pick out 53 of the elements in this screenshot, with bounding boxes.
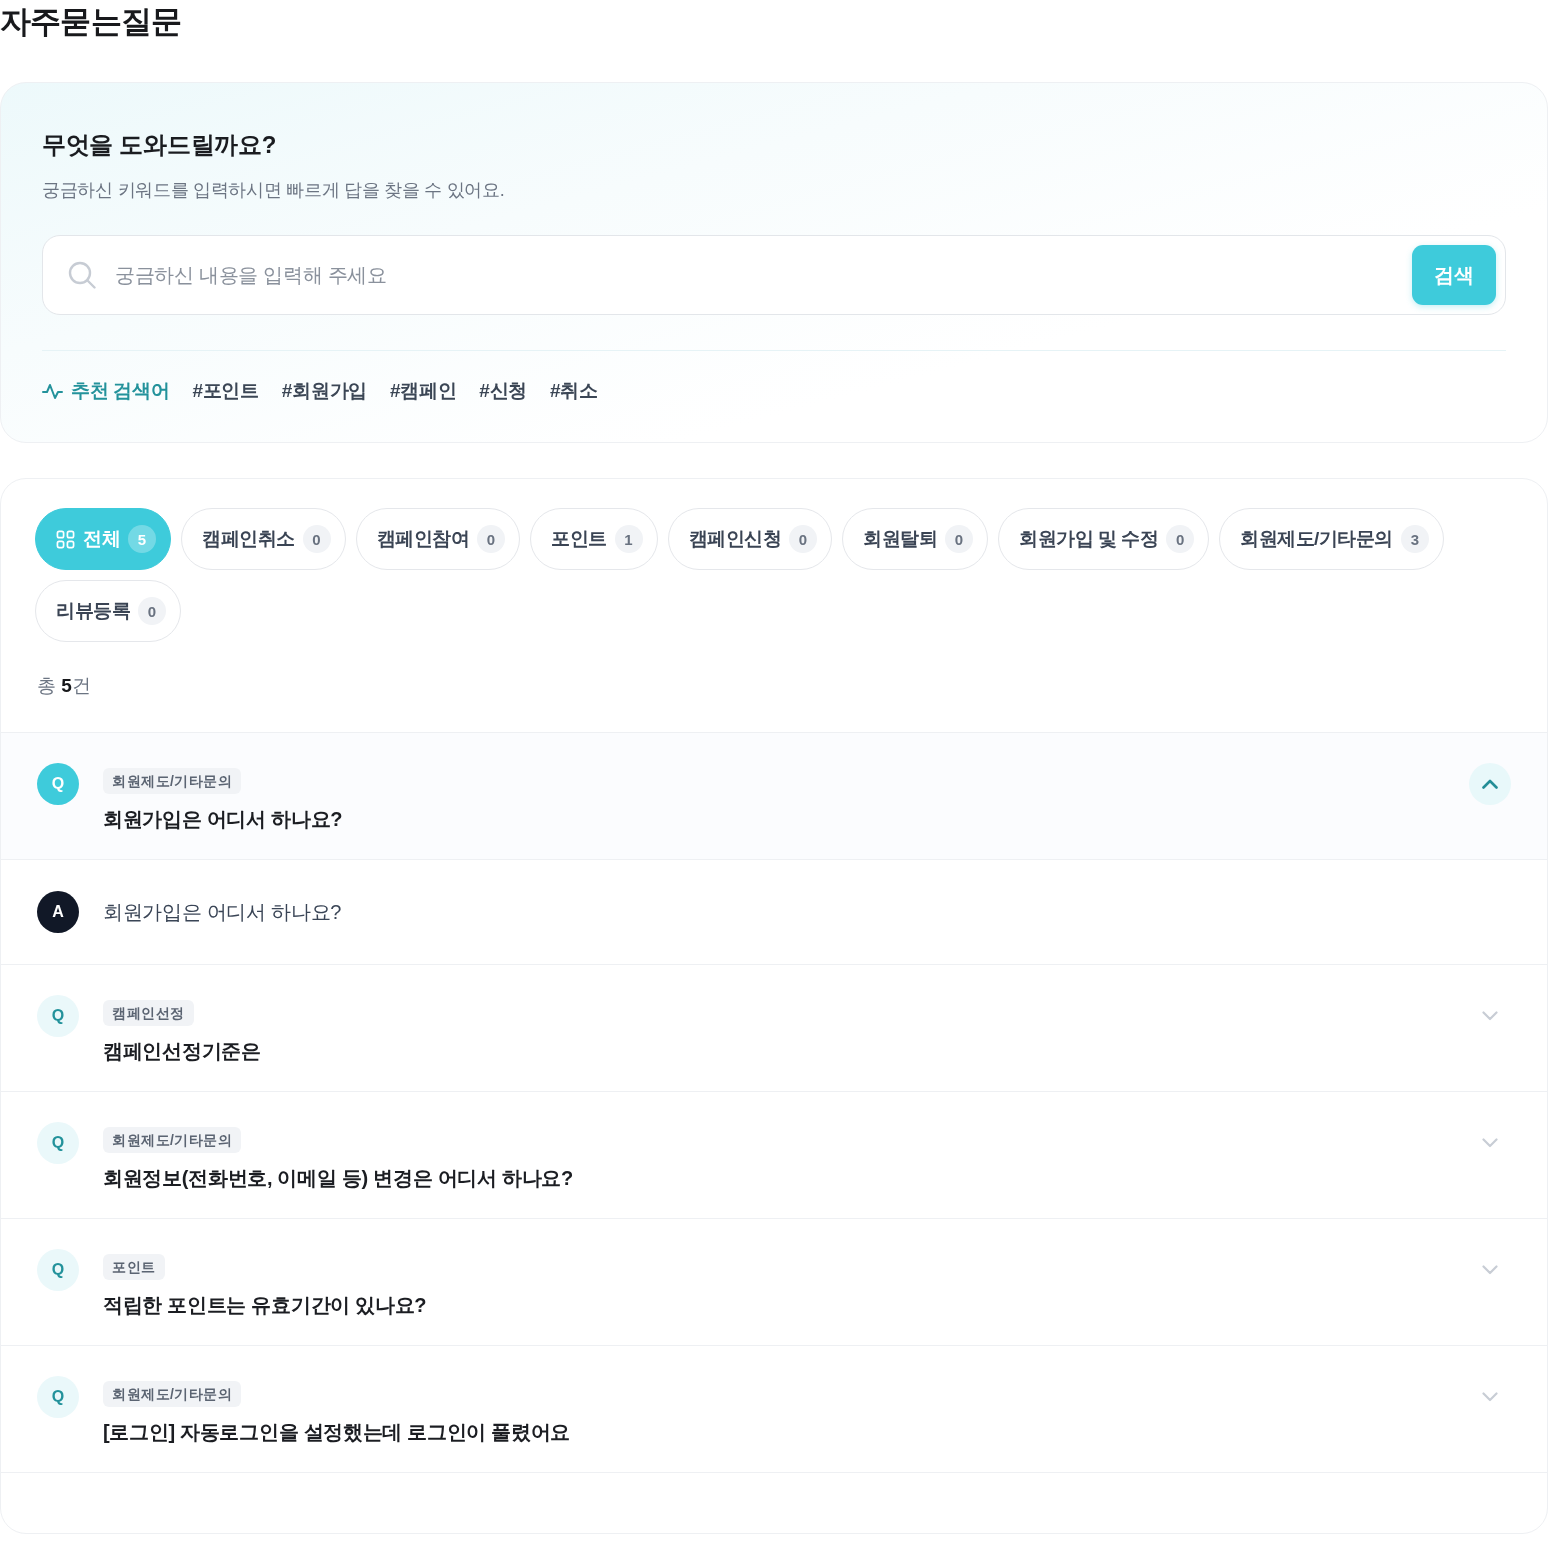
question-badge: Q: [37, 763, 79, 805]
chevron-down-icon: [1482, 1265, 1498, 1275]
answer-badge: A: [37, 891, 79, 933]
chevron-down-icon: [1482, 1138, 1498, 1148]
count-badge: 0: [138, 597, 166, 625]
category-tab[interactable]: 캠페인참여 0: [355, 508, 520, 570]
question-text: 회원가입은 어디서 하나요?: [103, 807, 343, 832]
question-text: [로그인] 자동로그인을 설정했는데 로그인이 풀렸어요: [103, 1420, 571, 1445]
count-badge: 0: [789, 525, 817, 553]
keyword-link[interactable]: #취소: [550, 378, 598, 404]
page-title: 자주묻는질문: [0, 3, 183, 41]
category-tag: 회원제도/기타문의: [103, 1381, 242, 1407]
question-badge: Q: [37, 995, 79, 1037]
faq-item[interactable]: Q 회원제도/기타문의 회원가입은 어디서 하나요?: [1, 733, 1547, 860]
search-icon: [68, 261, 96, 289]
count-badge: 0: [302, 525, 331, 553]
question-badge: Q: [37, 1249, 79, 1291]
category-tag: 캠페인선정: [103, 1000, 194, 1026]
count-badge: 0: [945, 525, 973, 553]
count-badge: 0: [1166, 525, 1195, 553]
recommended-label: 추천 검색어: [71, 379, 170, 403]
question-text: 적립한 포인트는 유효기간이 있나요?: [103, 1293, 427, 1318]
keyword-link[interactable]: #캠페인: [389, 378, 457, 404]
answer-text: 회원가입은 어디서 하나요?: [103, 900, 342, 925]
category-tag: 회원제도/기타문의: [103, 768, 242, 794]
count-badge: 3: [1400, 525, 1429, 553]
count-badge: 0: [477, 525, 505, 553]
category-tab[interactable]: 회원탈퇴 0: [842, 508, 988, 570]
search-heading: 무엇을 도와드릴까요?: [42, 130, 278, 160]
category-tab[interactable]: 포인트 1: [530, 508, 658, 570]
category-tag: 회원제도/기타문의: [103, 1127, 242, 1153]
category-tab[interactable]: 회원가입 및 수정 0: [998, 508, 1210, 570]
chevron-down-icon: [1482, 1392, 1498, 1402]
question-text: 캠페인선정기준은: [103, 1039, 261, 1064]
total-count-text: 총 5건: [37, 674, 92, 698]
category-tab[interactable]: 회원제도/기타문의 3: [1219, 508, 1444, 570]
chevron-down-icon: [1482, 1011, 1498, 1021]
count-badge: 1: [614, 525, 643, 553]
keyword-link[interactable]: #신청: [479, 378, 527, 404]
grid-icon: [56, 529, 75, 549]
search-subtitle: 궁금하신 키워드를 입력하시면 빠르게 답을 찾을 수 있어요.: [42, 179, 506, 202]
question-text: 회원정보(전화번호, 이메일 등) 변경은 어디서 하나요?: [103, 1166, 573, 1191]
question-badge: Q: [37, 1122, 79, 1164]
count-badge: 5: [128, 525, 156, 553]
toggle-button[interactable]: [1469, 763, 1511, 805]
category-tab[interactable]: 캠페인신청 0: [667, 508, 832, 570]
question-badge: Q: [37, 1376, 79, 1418]
category-tag: 포인트: [103, 1254, 165, 1280]
category-tab[interactable]: 리뷰등록 0: [35, 580, 181, 642]
keyword-link[interactable]: #회원가입: [281, 378, 367, 404]
chevron-up-icon: [1482, 779, 1498, 789]
keyword-link[interactable]: #포인트: [192, 378, 259, 404]
category-tab[interactable]: 캠페인취소 0: [181, 508, 346, 570]
